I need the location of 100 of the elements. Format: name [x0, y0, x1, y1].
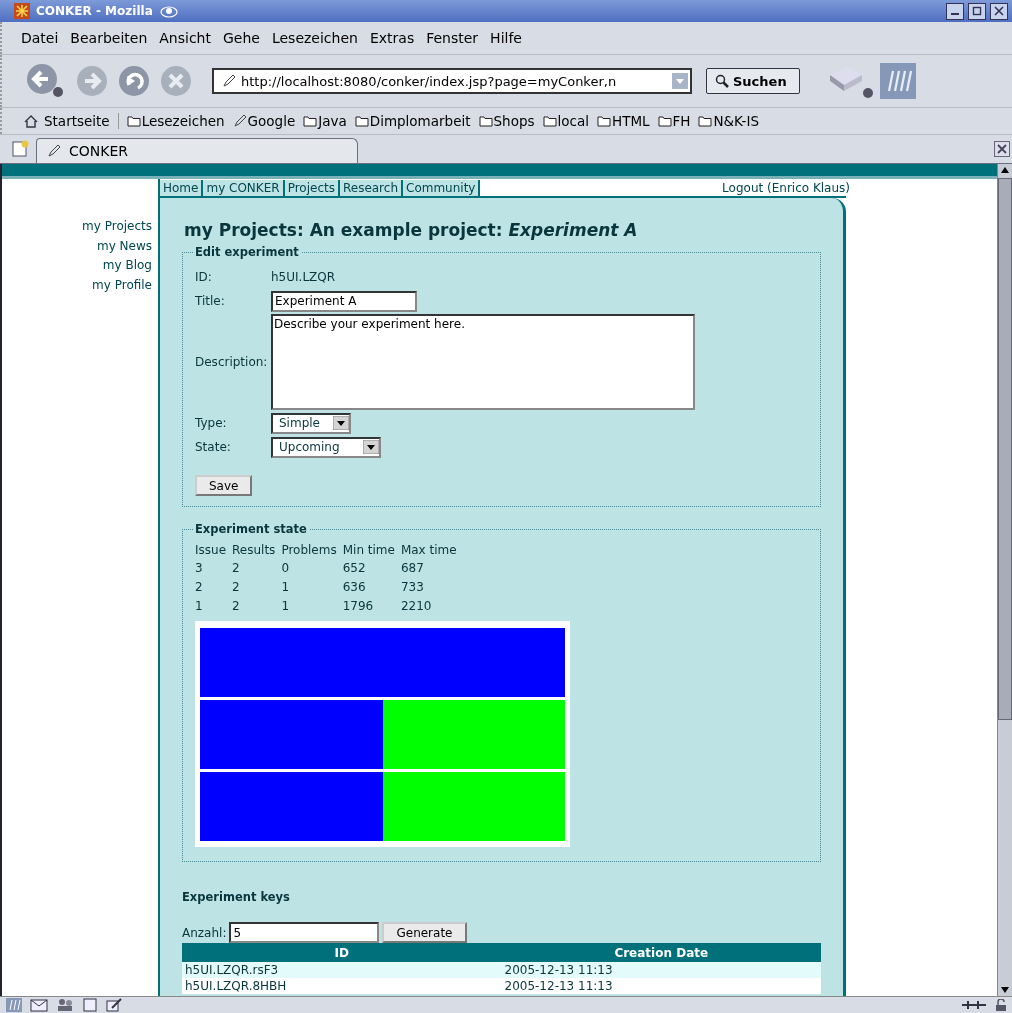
address-field[interactable]: http://localhost:8080/conker/index.jsp?page=myConker,n [212, 68, 692, 94]
type-select[interactable]: Simple [271, 412, 351, 434]
folder-icon [126, 115, 141, 127]
table-cell-text: 2210 [400, 597, 433, 615]
scrollbar[interactable] [997, 164, 1012, 996]
fieldset-legend: Edit experiment [193, 245, 301, 259]
bookmark-item[interactable]: HTML [597, 113, 650, 129]
padlock-icon [994, 999, 1008, 1011]
folder-icon [597, 115, 611, 127]
caret-icon [333, 416, 349, 430]
nav-tab[interactable]: Research [339, 179, 403, 196]
logo-icon[interactable] [6, 998, 22, 1012]
bookmark-item[interactable]: Shops [478, 113, 535, 129]
bookmark-item[interactable]: local [542, 113, 589, 129]
field-label: ID: [195, 270, 213, 284]
pen-icon [232, 114, 247, 128]
folder-icon [698, 115, 713, 127]
fieldset-legend: Experiment state [193, 522, 309, 536]
table-cell: 652 [342, 558, 401, 577]
field-label: Anzahl: [182, 925, 227, 940]
nav-tab[interactable]: Community [403, 179, 481, 196]
minimize-icon [951, 13, 959, 15]
close-tab-icon[interactable] [994, 141, 1010, 157]
table-cell: 1796 [342, 596, 401, 615]
table-cell: 3 [195, 558, 233, 577]
table-cell-text: 687 [400, 559, 425, 577]
logo-icon [879, 63, 916, 99]
menu-item[interactable]: Lesezeichen [266, 30, 365, 46]
table-cell: 2005-12-13 11:13 [501, 962, 821, 978]
nav-tab[interactable]: Home [160, 179, 204, 196]
app-icon [14, 3, 30, 19]
bookmark-item[interactable]: Startseite [24, 113, 119, 129]
table-cell-text: 2 [232, 597, 241, 615]
logout-link[interactable]: Logout (Enrico Klaus) [722, 180, 850, 195]
nav-tab[interactable]: my CONKER [203, 179, 285, 196]
menu-item[interactable]: Hilfe [485, 30, 529, 46]
folder-icon [542, 115, 557, 127]
table-cell-text: 2 [232, 559, 241, 577]
window-title: CONKER - Mozilla [36, 4, 153, 18]
close-button[interactable] [990, 2, 1008, 20]
id-value: h5UI.LZQR [271, 270, 336, 284]
maximize-button[interactable] [968, 2, 986, 20]
new-tab-icon[interactable] [12, 140, 30, 158]
connection-icon [962, 999, 986, 1011]
save-button[interactable]: Save [195, 475, 253, 496]
bookmark-item[interactable]: Dimplomarbeit [354, 113, 471, 129]
sidebar-link[interactable]: my Projects [82, 217, 152, 237]
page-heading: my Projects: An example project: Experiment A [184, 220, 639, 240]
description-field[interactable]: Describe your experiment here. [271, 314, 695, 410]
state-select[interactable]: Upcoming [271, 436, 381, 458]
folder-icon [303, 115, 318, 127]
generate-button[interactable]: Generate [382, 922, 467, 943]
bookmark-item[interactable]: N&K-IS [698, 113, 759, 129]
maximize-icon [972, 6, 982, 16]
column-header: ID [182, 943, 502, 962]
bookmark-item[interactable]: Java [303, 113, 347, 129]
field-label: Title: [195, 294, 226, 308]
sidebar-link[interactable]: my News [96, 236, 152, 256]
folder-icon [657, 115, 672, 127]
column-header: Creation Date [501, 943, 821, 962]
field-label: Type: [195, 416, 228, 430]
column-header: Problems [281, 542, 343, 558]
home-icon [24, 114, 38, 128]
menu-item[interactable]: Datei [16, 30, 66, 46]
bookmark-item[interactable]: Lesezeichen [126, 113, 225, 129]
nav-tab[interactable]: Projects [284, 179, 340, 196]
sidebar-link[interactable]: my Blog [102, 256, 152, 276]
table-cell: 0 [281, 558, 343, 577]
search-icon [715, 74, 729, 88]
table-cell: h5UI.LZQR.rsF3 [182, 962, 502, 978]
minimize-button[interactable] [946, 2, 964, 20]
folder-icon [478, 115, 493, 127]
bookmark-item[interactable]: Google [232, 113, 296, 129]
menu-item[interactable]: Fenster [421, 30, 486, 46]
edit-icon[interactable] [106, 998, 124, 1012]
table-cell: 1 [281, 577, 343, 596]
table-cell-text: 1 [281, 597, 290, 615]
people-icon[interactable] [56, 998, 74, 1012]
column-header: Min time [342, 542, 396, 558]
count-field[interactable]: 5 [229, 922, 380, 943]
menu-item[interactable]: Gehe [218, 30, 267, 46]
close-icon [994, 6, 1004, 16]
table-cell-text: 636 [342, 578, 367, 596]
browser-tab[interactable]: CONKER [36, 138, 358, 163]
title-field[interactable]: Experiment A [271, 290, 417, 312]
bookmark-item[interactable]: FH [657, 113, 691, 129]
menu-item[interactable]: Ansicht [154, 30, 218, 46]
field-label: Description: [195, 355, 269, 369]
menu-item[interactable]: Bearbeiten [65, 30, 155, 46]
search-button[interactable]: Suchen [706, 68, 800, 94]
pen-icon [47, 144, 61, 158]
table-cell: 2005-12-13 11:13 [501, 978, 821, 994]
reload-button[interactable] [116, 63, 152, 99]
mail-icon[interactable] [30, 998, 48, 1012]
sidebar-link[interactable]: my Profile [92, 275, 152, 295]
column-header: Results [232, 542, 277, 558]
table-cell-text: 2 [232, 578, 241, 596]
section-title: Experiment keys [182, 890, 291, 904]
table-cell: 2 [195, 577, 233, 596]
menu-item[interactable]: Extras [364, 30, 422, 46]
